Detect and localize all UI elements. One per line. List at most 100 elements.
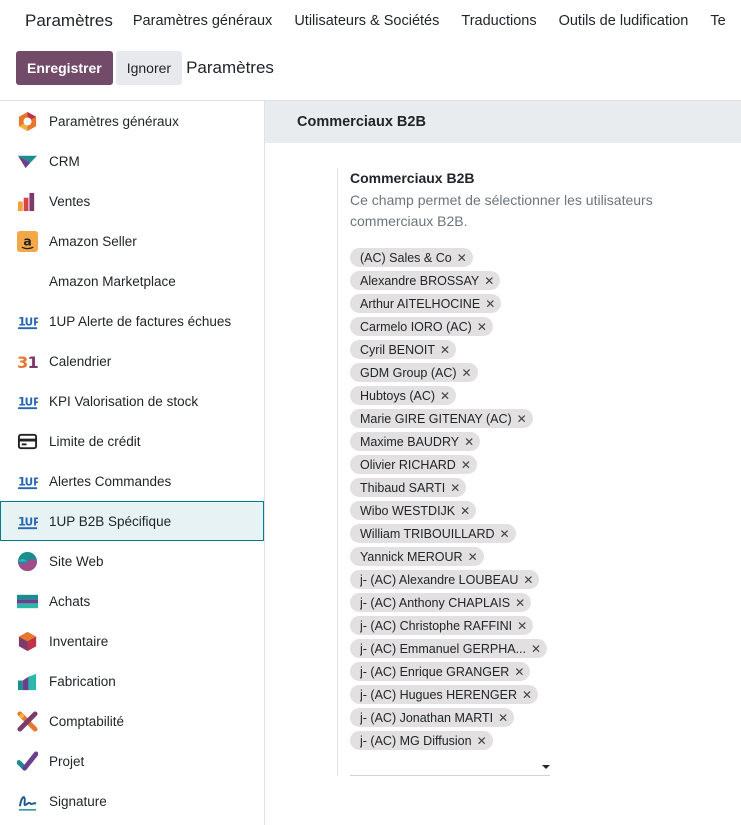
- user-tag-label: Hubtoys (AC): [360, 388, 436, 403]
- remove-tag-icon[interactable]: ✕: [522, 688, 532, 702]
- 1up-icon: 1UP: [17, 311, 38, 332]
- remove-tag-icon[interactable]: ✕: [500, 527, 510, 541]
- remove-tag-icon[interactable]: ✕: [477, 320, 487, 334]
- tag-row: j- (AC) Hugues HERENGER ✕: [350, 685, 570, 708]
- tag-row: Marie GIRE GITENAY (AC) ✕: [350, 409, 570, 432]
- amazon-icon: a: [17, 230, 38, 252]
- blank-icon: [17, 271, 38, 292]
- remove-tag-icon[interactable]: ✕: [440, 389, 450, 403]
- sidebar-item-label: CRM: [49, 153, 80, 169]
- remove-tag-icon[interactable]: ✕: [462, 366, 472, 380]
- sidebar-item-credit-limit[interactable]: Limite de crédit: [0, 421, 264, 461]
- setting-left-border: [337, 168, 338, 776]
- nav-technical-truncated[interactable]: Te: [710, 13, 725, 29]
- sidebar-item-label: Comptabilité: [49, 713, 125, 729]
- remove-tag-icon[interactable]: ✕: [468, 550, 478, 564]
- accounting-icon: [17, 710, 38, 732]
- save-button[interactable]: Enregistrer: [16, 51, 113, 85]
- sidebar-item-kpi-stock[interactable]: 1UP KPI Valorisation de stock: [0, 381, 264, 421]
- sidebar-item-amazon-marketplace[interactable]: Amazon Marketplace: [0, 261, 264, 301]
- app-name[interactable]: Paramètres: [25, 11, 113, 31]
- sidebar-item-label: Alertes Commandes: [49, 473, 172, 489]
- user-tag-label: Cyril BENOIT: [360, 342, 435, 357]
- user-tag: William TRIBOUILLARD ✕: [350, 524, 516, 543]
- remove-tag-icon[interactable]: ✕: [450, 481, 460, 495]
- remove-tag-icon[interactable]: ✕: [485, 297, 495, 311]
- remove-tag-icon[interactable]: ✕: [457, 251, 467, 265]
- remove-tag-icon[interactable]: ✕: [464, 435, 474, 449]
- remove-tag-icon[interactable]: ✕: [498, 711, 508, 725]
- sidebar-item-sales[interactable]: Ventes: [0, 181, 264, 221]
- sidebar-item-signature[interactable]: Signature: [0, 781, 264, 821]
- sidebar-item-accounting[interactable]: Comptabilité: [0, 701, 264, 741]
- nav-translations[interactable]: Traductions: [461, 13, 536, 29]
- remove-tag-icon[interactable]: ✕: [440, 343, 450, 357]
- tag-row: Olivier RICHARD ✕: [350, 455, 570, 478]
- sidebar-item-manufacturing[interactable]: Fabrication: [0, 661, 264, 701]
- tag-row: j- (AC) MG Diffusion ✕: [350, 731, 570, 754]
- user-tag-label: (AC) Sales & Co: [360, 250, 452, 265]
- user-tag: j- (AC) Enrique GRANGER ✕: [350, 662, 531, 681]
- setting-description: Ce champ permet de sélectionner les util…: [350, 192, 653, 229]
- nav-gamification-tools[interactable]: Outils de ludification: [559, 13, 689, 29]
- remove-tag-icon[interactable]: ✕: [477, 734, 487, 748]
- svg-text:a: a: [23, 233, 31, 248]
- user-tag: Marie GIRE GITENAY (AC) ✕: [350, 409, 533, 428]
- user-tag-label: j- (AC) Emmanuel GERPHA...: [360, 641, 527, 656]
- tag-row: Maxime BAUDRY ✕: [350, 432, 570, 455]
- sidebar-item-project[interactable]: Projet: [0, 741, 264, 781]
- tag-row: j- (AC) Christophe RAFFINI ✕: [350, 616, 570, 639]
- tags-input-underline[interactable]: [350, 775, 550, 776]
- remove-tag-icon[interactable]: ✕: [517, 619, 527, 633]
- sidebar-item-amazon-seller[interactable]: a Amazon Seller: [0, 221, 264, 261]
- nav-general-settings[interactable]: Paramètres généraux: [133, 13, 272, 29]
- sidebar-item-label: Paramètres généraux: [49, 113, 179, 129]
- tag-row: Hubtoys (AC) ✕: [350, 386, 570, 409]
- user-tag-label: Marie GIRE GITENAY (AC): [360, 411, 512, 426]
- sidebar-item-order-alerts[interactable]: 1UP Alertes Commandes: [0, 461, 264, 501]
- remove-tag-icon[interactable]: ✕: [523, 573, 533, 587]
- user-tag-label: Wibo WESTDIJK: [360, 503, 456, 518]
- discard-button[interactable]: Ignorer: [115, 51, 183, 85]
- sidebar-item-inventory[interactable]: Inventaire: [0, 621, 264, 661]
- user-tag-label: j- (AC) MG Diffusion: [360, 733, 472, 748]
- user-tag: Arthur AITELHOCINE ✕: [350, 294, 502, 313]
- sidebar-item-crm[interactable]: CRM: [0, 141, 264, 181]
- remove-tag-icon[interactable]: ✕: [515, 596, 525, 610]
- sidebar-item-website[interactable]: Site Web: [0, 541, 264, 581]
- tag-row: Cyril BENOIT ✕: [350, 340, 570, 363]
- user-tag: j- (AC) Hugues HERENGER ✕: [350, 685, 539, 704]
- manufacturing-icon: [17, 671, 38, 692]
- user-tag-label: Arthur AITELHOCINE: [360, 296, 481, 311]
- tag-row: j- (AC) Alexandre LOUBEAU ✕: [350, 570, 570, 593]
- remove-tag-icon[interactable]: ✕: [461, 458, 471, 472]
- sidebar-item-1up-overdue-invoices[interactable]: 1UP 1UP Alerte de factures échues: [0, 301, 264, 341]
- sidebar-item-calendar[interactable]: 31 Calendrier: [0, 341, 264, 381]
- nav-users-companies[interactable]: Utilisateurs & Sociétés: [294, 13, 439, 29]
- tag-row: Alexandre BROSSAY ✕: [350, 271, 570, 294]
- user-tag-label: Alexandre BROSSAY: [360, 273, 480, 288]
- user-tag: j- (AC) MG Diffusion ✕: [350, 731, 493, 750]
- remove-tag-icon[interactable]: ✕: [517, 412, 527, 426]
- sidebar-item-label: Amazon Seller: [49, 233, 137, 249]
- tag-row: Carmelo IORO (AC) ✕: [350, 317, 570, 340]
- tags-field[interactable]: (AC) Sales & Co ✕ Alexandre BROSSAY ✕ Arthur…: [350, 248, 570, 754]
- user-tag: Olivier RICHARD ✕: [350, 455, 477, 474]
- user-tag: j- (AC) Jonathan MARTI ✕: [350, 708, 515, 727]
- user-tag-label: Carmelo IORO (AC): [360, 319, 472, 334]
- remove-tag-icon[interactable]: ✕: [514, 665, 524, 679]
- remove-tag-icon[interactable]: ✕: [531, 642, 541, 656]
- svg-text:UP: UP: [25, 476, 38, 488]
- remove-tag-icon[interactable]: ✕: [460, 504, 470, 518]
- sidebar-item-general-settings[interactable]: Paramètres généraux: [0, 101, 264, 141]
- user-tag: Carmelo IORO (AC) ✕: [350, 317, 493, 336]
- svg-text:1: 1: [28, 353, 39, 372]
- tag-row: j- (AC) Emmanuel GERPHA... ✕: [350, 639, 570, 662]
- sidebar-item-label: Ventes: [49, 193, 91, 209]
- sidebar-item-1up-b2b[interactable]: 1UP 1UP B2B Spécifique: [0, 501, 264, 541]
- website-icon: [17, 551, 38, 572]
- dropdown-caret-icon[interactable]: [542, 765, 550, 769]
- sidebar-item-purchase[interactable]: Achats: [0, 581, 264, 621]
- remove-tag-icon[interactable]: ✕: [484, 274, 494, 288]
- user-tag-label: j- (AC) Enrique GRANGER: [360, 664, 510, 679]
